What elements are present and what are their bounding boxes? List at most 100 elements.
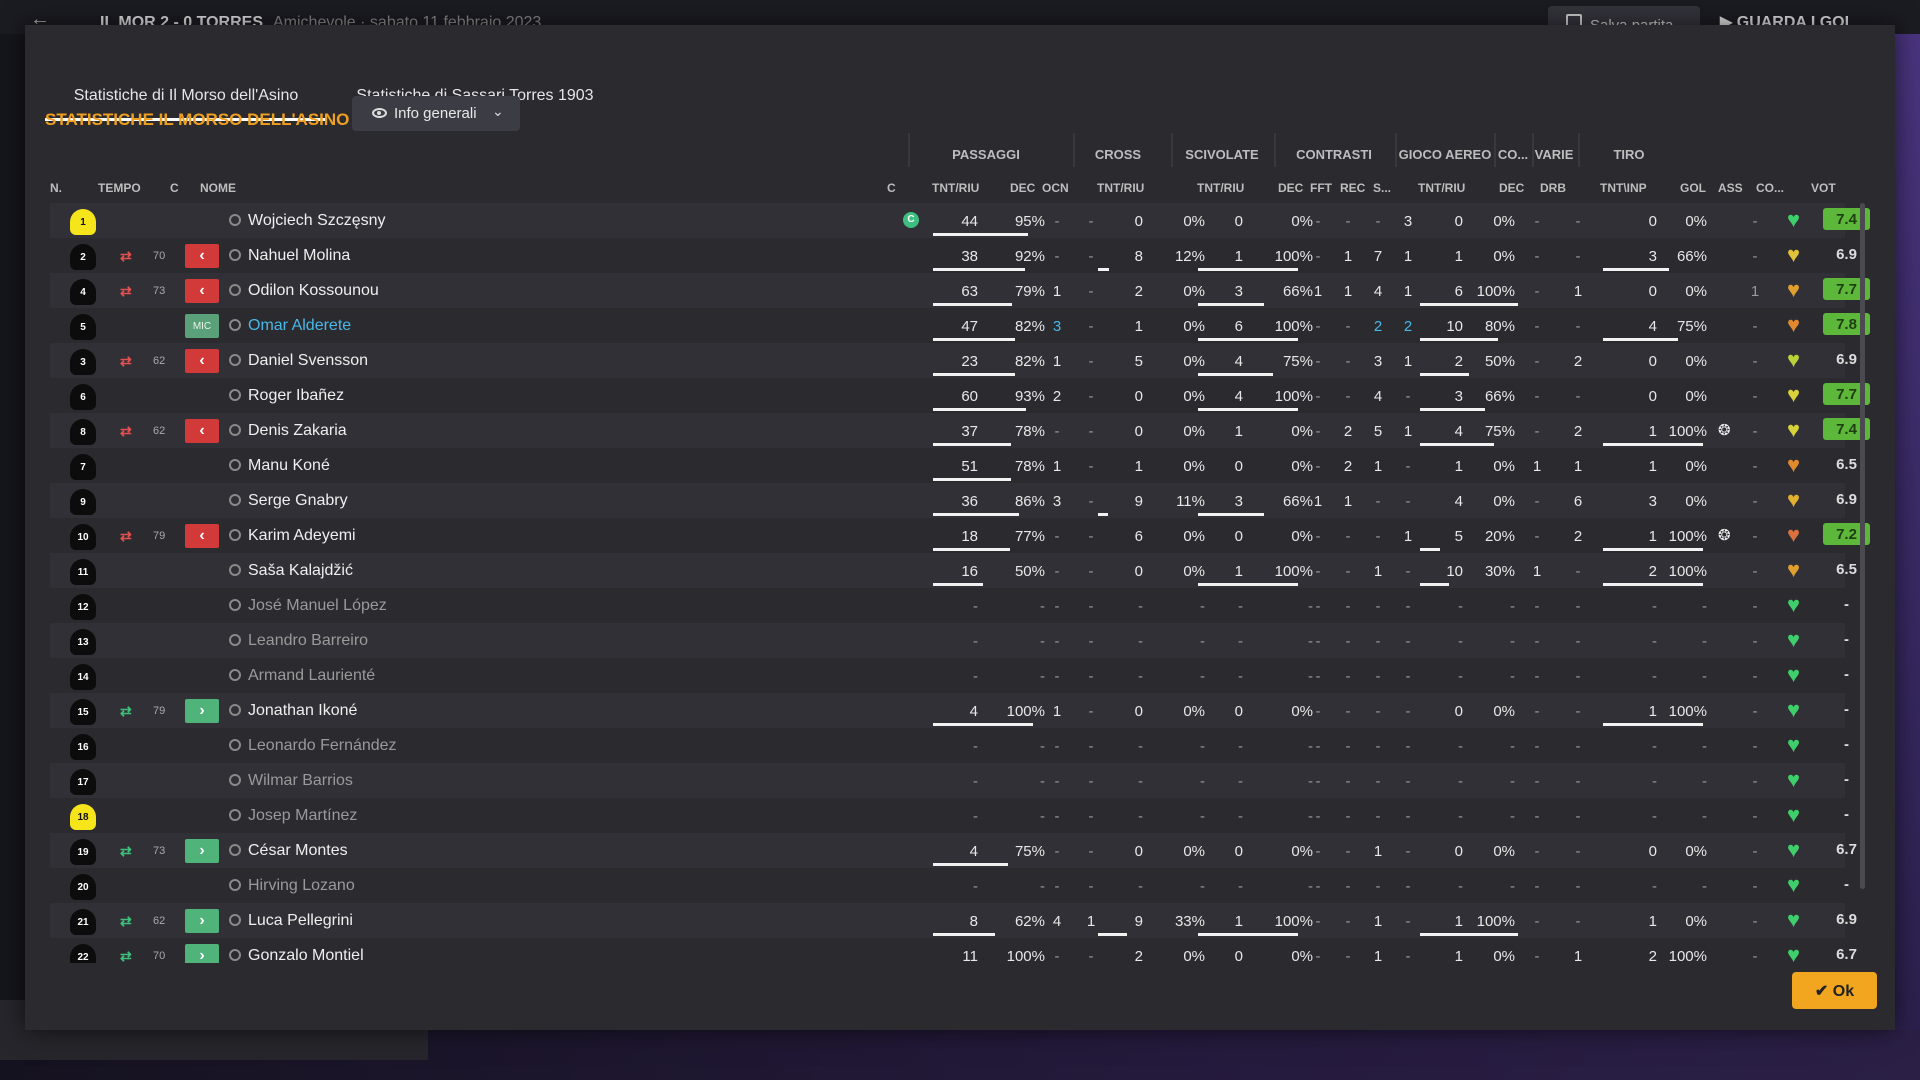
subbed-on-icon[interactable]: ›	[185, 839, 219, 863]
table-row[interactable]: 9 Serge Gnabry 36 86% 3-9 11% 3 66% 1 1- -4 0% -6 3 0%…	[50, 483, 1857, 518]
player-name[interactable]: Leonardo Fernández	[248, 728, 397, 763]
stat-attempts: 0	[1134, 213, 1143, 230]
player-name[interactable]: César Montes	[248, 833, 348, 868]
player-name[interactable]: Armand Laurienté	[248, 658, 375, 693]
player-profile-icon	[229, 284, 241, 296]
player-name[interactable]: Denis Zakaria	[248, 413, 347, 448]
stat-pass-ocn: -	[1088, 213, 1094, 230]
player-name[interactable]: Roger Ibañez	[248, 378, 344, 413]
shirt-number: 11	[70, 559, 96, 585]
player-name[interactable]: Josep Martínez	[248, 798, 357, 833]
col-pass-tnt-riu[interactable]: TNT/RIU	[932, 167, 979, 203]
subbed-on-icon[interactable]: ›	[185, 944, 219, 963]
col-nome[interactable]: NOME	[200, 167, 236, 203]
table-row[interactable]: 5 MIC Omar Alderete 47 82% 3-1 0% 6 100% - -2 2 10 80…	[50, 308, 1870, 343]
col-contrasti-s[interactable]: S...	[1373, 167, 1391, 203]
shirt-number: 7	[70, 454, 96, 480]
ok-button[interactable]: ✔ Ok	[1792, 972, 1877, 1009]
table-row[interactable]: 12 José Manuel López - - - - - - - - - - - - - - - - - - - ♥ -	[50, 588, 1849, 623]
table-row[interactable]: 13 Leandro Barreiro - - - - - - - - - - - - - - - - - - - ♥ -	[50, 623, 1849, 658]
col-tiro-tnt-inp[interactable]: TNT\INP	[1600, 167, 1647, 203]
table-row[interactable]: 4 ⇄ 73 ‹ Odilon Kossounou 63 79% 1-2 0% 3 66% 1 1 4 1 6…	[50, 273, 1870, 308]
table-row[interactable]: 3 ⇄ 62 ‹ Daniel Svensson 23 82% 1-5 0% 4 75% - -3 1 2 5…	[50, 343, 1857, 378]
subbed-off-icon[interactable]: ‹	[185, 279, 219, 303]
col-contrasti-rec[interactable]: REC	[1340, 167, 1365, 203]
col-co[interactable]: CO...	[1756, 167, 1784, 203]
player-name[interactable]: Manu Koné	[248, 448, 330, 483]
player-name[interactable]: Leandro Barreiro	[248, 623, 368, 658]
col-vot[interactable]: VOT	[1811, 167, 1836, 203]
player-name[interactable]: Gonzalo Montiel	[248, 938, 364, 963]
player-name[interactable]: José Manuel López	[248, 588, 387, 623]
table-row[interactable]: 21 ⇄ 62 › Luca Pellegrini 8 62% 4 1 9 33% 1 100% - -1-…	[50, 903, 1857, 938]
col-co-dec[interactable]: DEC	[1499, 167, 1524, 203]
shirt-number: 2	[70, 244, 96, 270]
captain-badge: C	[903, 212, 919, 228]
stat-contrasti: -	[1315, 878, 1321, 895]
player-profile-icon	[229, 879, 241, 891]
col-scivolate-tnt-riu[interactable]: TNT/RIU	[1197, 167, 1244, 203]
col-pass-ocn[interactable]: OCN	[1042, 167, 1069, 203]
player-name[interactable]: Daniel Svensson	[248, 343, 368, 378]
col-aereo-tnt-riu[interactable]: TNT/RIU	[1418, 167, 1465, 203]
stat-attempts: 6	[1134, 528, 1143, 545]
subbed-off-icon[interactable]: ‹	[185, 524, 219, 548]
table-row[interactable]: 14 Armand Laurienté - - - - - - - - - - - - - - - - - - - ♥ -	[50, 658, 1849, 693]
stat-contrasti: -	[1375, 598, 1381, 615]
table-row[interactable]: 19 ⇄ 73 › César Montes 4 75% - -0 0% 0 0% - -1-0 0% - -0…	[50, 833, 1857, 868]
col-ass[interactable]: ASS	[1718, 167, 1743, 203]
stat-co-dec: -	[1534, 808, 1540, 825]
subbed-on-icon[interactable]: ›	[185, 909, 219, 933]
table-row[interactable]: 2 ⇄ 70 ‹ Nahuel Molina 38 92% - -8 12% 1 100% -1 7 1 1 0…	[50, 238, 1857, 273]
eye-icon	[372, 108, 387, 118]
stat-attempts: 0	[1234, 458, 1243, 475]
col-contrasti-dec[interactable]: DEC	[1278, 167, 1303, 203]
table-row[interactable]: 10 ⇄ 79 ‹ Karim Adeyemi 18 77% - -6 0% 0 0% - - -1 5 20%…	[50, 518, 1870, 553]
col-gol[interactable]: GOL	[1680, 167, 1706, 203]
player-name[interactable]: Nahuel Molina	[248, 238, 350, 273]
view-dropdown[interactable]: Info generali ⌄	[352, 96, 520, 131]
table-row[interactable]: 22 ⇄ 70 › Gonzalo Montiel 11 100% - -2 0% 0 0% - -1-1…	[50, 938, 1857, 963]
player-name[interactable]: Karim Adeyemi	[248, 518, 356, 553]
table-row[interactable]: 15 ⇄ 79 › Jonathan Ikoné 4 100% 1-0 0% 0 0% - - - -0 0%…	[50, 693, 1849, 728]
stat-success: 0%	[1685, 493, 1707, 510]
col-cross-tnt-riu[interactable]: TNT/RIU	[1097, 167, 1144, 203]
table-row[interactable]: 8 ⇄ 62 ‹ Denis Zakaria 37 78% - -0 0% 1 0% -2 5 1 4 75% -…	[50, 413, 1870, 448]
col-captain[interactable]: C	[887, 167, 896, 203]
col-c[interactable]: C	[170, 167, 179, 203]
success-rate-bar	[933, 933, 995, 936]
heart-icon: ♥	[1787, 767, 1801, 792]
player-name[interactable]: Wojciech Szczęsny	[248, 203, 386, 238]
player-name[interactable]: Omar Alderete	[248, 308, 351, 343]
table-row[interactable]: 17 Wilmar Barrios - - - - - - - - - - - - - - - - - - - ♥ -	[50, 763, 1849, 798]
stat-contrasti: 2	[1373, 318, 1383, 335]
scrollbar[interactable]	[1860, 203, 1865, 889]
player-name[interactable]: Saša Kalajdžić	[248, 553, 353, 588]
subbed-off-icon[interactable]: ‹	[185, 244, 219, 268]
col-tempo[interactable]: TEMPO	[98, 167, 141, 203]
player-name[interactable]: Hirving Lozano	[248, 868, 355, 903]
subbed-off-icon[interactable]: ‹	[185, 349, 219, 373]
col-n[interactable]: N.	[50, 167, 62, 203]
table-row[interactable]: 6 Roger Ibañez 60 93% 2-0 0% 4 100% - -4-3 66% - -0 0…	[50, 378, 1870, 413]
stat-co-dec: -	[1534, 318, 1540, 335]
col-pass-dec[interactable]: DEC	[1010, 167, 1035, 203]
table-row[interactable]: 16 Leonardo Fernández - - - - - - - - - - - - - - - - - - - ♥…	[50, 728, 1849, 763]
stat-pass-dec: -	[1054, 598, 1060, 615]
stat-attempts: -	[1652, 598, 1657, 615]
table-row[interactable]: 20 Hirving Lozano - - - - - - - - - - - - - - - - - - - ♥ -	[50, 868, 1849, 903]
subbed-on-icon[interactable]: ›	[185, 699, 219, 723]
table-row[interactable]: 11 Saša Kalajdžić 16 50% - -0 0% 1 100% - -1-10 30%…	[50, 553, 1857, 588]
player-name[interactable]: Luca Pellegrini	[248, 903, 353, 938]
col-contrasti-fft[interactable]: FFT	[1310, 167, 1332, 203]
player-name[interactable]: Wilmar Barrios	[248, 763, 353, 798]
subbed-off-icon[interactable]: ‹	[185, 419, 219, 443]
table-row[interactable]: 7 Manu Koné 51 78% 1-1 0% 0 0% -2 1-1 0% 1 1 1 0% - ♥ 6.5	[50, 448, 1857, 483]
player-name[interactable]: Serge Gnabry	[248, 483, 348, 518]
player-name[interactable]: Odilon Kossounou	[248, 273, 379, 308]
table-row[interactable]: 18 Josep Martínez - - - - - - - - - - - - - - - - - - - ♥ -	[50, 798, 1849, 833]
col-varie-drb[interactable]: DRB	[1540, 167, 1566, 203]
stat-pass-dec: -	[1054, 773, 1060, 790]
player-name[interactable]: Jonathan Ikoné	[248, 693, 357, 728]
table-row[interactable]: 1 Wojciech Szczęsny C 44 95% - -0 0% 0 0% - - -3 0 0% -…	[50, 203, 1870, 238]
